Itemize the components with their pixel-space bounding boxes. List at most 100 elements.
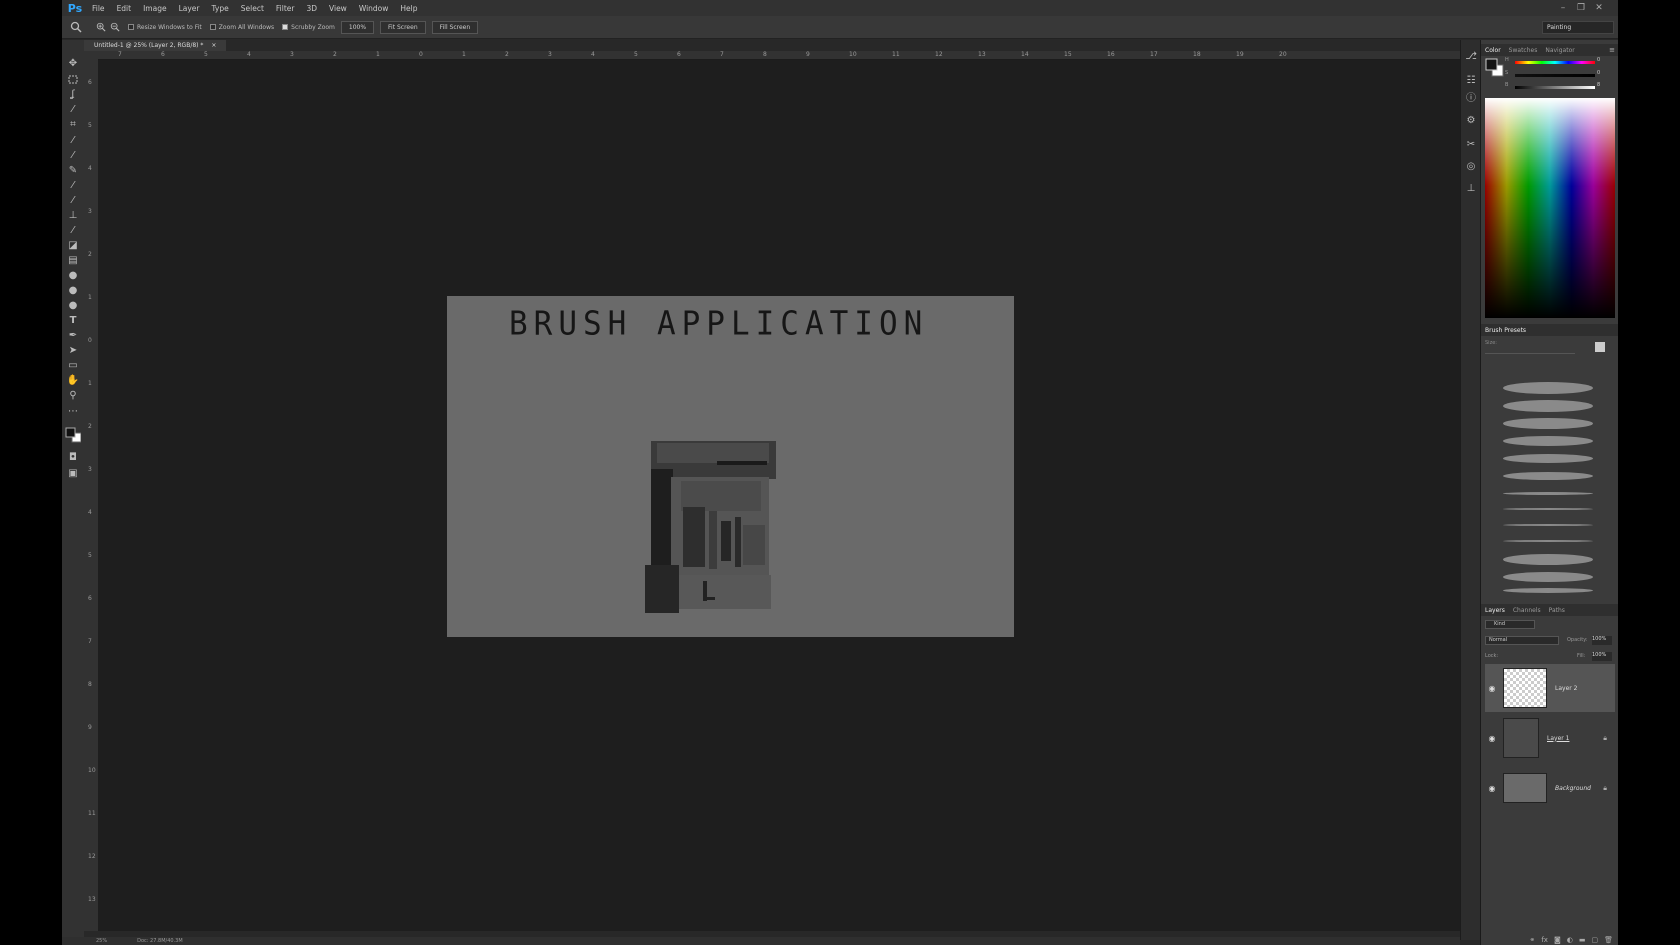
opacity-input[interactable]: 100% [1592, 636, 1612, 645]
tab-paths[interactable]: Paths [1545, 607, 1569, 614]
new-layer-icon[interactable]: ▢ [1591, 936, 1598, 944]
tab-navigator[interactable]: Navigator [1541, 47, 1578, 54]
tool-presets-icon[interactable]: ✂ [1463, 136, 1479, 152]
brush-preset-list[interactable] [1481, 362, 1618, 596]
menu-file[interactable]: File [86, 4, 111, 13]
pen-tool-icon[interactable]: ✒ [65, 328, 81, 342]
zoom-in-icon[interactable] [96, 22, 106, 32]
blur-tool-icon[interactable]: ● [65, 268, 81, 282]
pencil-tool-icon[interactable]: ✎ [65, 163, 81, 177]
layer-name[interactable]: Background [1555, 785, 1591, 792]
path-selection-tool-icon[interactable]: ➤ [65, 343, 81, 357]
history-panel-icon[interactable]: ⎇ [1463, 48, 1479, 64]
quick-mask-icon[interactable]: ◘ [65, 450, 81, 464]
fill-screen-button[interactable]: Fill Screen [431, 20, 479, 34]
dodge-tool-icon[interactable]: ● [65, 283, 81, 297]
tab-channels[interactable]: Channels [1509, 607, 1545, 614]
delete-layer-icon[interactable]: 🗑︎ [1604, 936, 1613, 944]
visibility-eye-icon[interactable]: ◉ [1485, 784, 1499, 793]
brightness-slider[interactable]: B 8 [1485, 82, 1615, 92]
crop-tool-icon[interactable]: ⌗ [65, 117, 81, 131]
resize-windows-checkbox[interactable] [128, 24, 134, 30]
info-panel-icon[interactable]: ⓘ [1463, 88, 1479, 104]
properties-panel-icon[interactable]: ⚙ [1463, 112, 1479, 128]
hue-slider[interactable]: H 0 [1485, 57, 1615, 67]
close-button[interactable]: ✕ [1590, 3, 1608, 13]
adjustment-layer-icon[interactable]: ◐ [1567, 936, 1573, 944]
hue-value[interactable]: 0 [1597, 57, 1600, 63]
menu-help[interactable]: Help [394, 4, 423, 13]
workspace-select[interactable]: Painting [1542, 20, 1614, 34]
zoom-all-option[interactable]: Zoom All Windows [209, 24, 274, 31]
menu-filter[interactable]: Filter [270, 4, 301, 13]
color-spectrum[interactable] [1485, 98, 1615, 318]
move-tool-icon[interactable]: ✥ [65, 56, 81, 70]
clone-source-icon[interactable]: ⊥ [1463, 180, 1479, 196]
hand-tool-icon[interactable]: ✋ [65, 373, 81, 387]
layer-name[interactable]: Layer 1 [1547, 735, 1569, 742]
menu-window[interactable]: Window [353, 4, 395, 13]
brightness-value[interactable]: 8 [1597, 82, 1600, 88]
layer-row-background[interactable]: ◉ Background 🔒︎ [1485, 764, 1615, 812]
tab-swatches[interactable]: Swatches [1505, 47, 1542, 54]
layer-style-icon[interactable]: fx [1541, 936, 1548, 944]
menu-layer[interactable]: Layer [173, 4, 206, 13]
canvas-area[interactable]: BRUSH APPLICATION [98, 60, 1460, 931]
menu-edit[interactable]: Edit [111, 4, 138, 13]
tab-layers[interactable]: Layers [1481, 607, 1509, 614]
close-tab-icon[interactable]: × [211, 42, 216, 49]
layer-name[interactable]: Layer 2 [1555, 685, 1577, 692]
marquee-tool-icon[interactable] [65, 72, 81, 86]
saturation-slider[interactable]: S 0 [1485, 70, 1615, 80]
saturation-track[interactable] [1515, 74, 1595, 77]
menu-view[interactable]: View [323, 4, 353, 13]
history-brush-tool-icon[interactable]: ⁄ [65, 193, 81, 207]
fit-screen-button[interactable]: Fit Screen [380, 20, 426, 34]
scrubby-zoom-option[interactable]: Scrubby Zoom [282, 24, 335, 31]
color-swatches-icon[interactable] [65, 424, 81, 446]
brightness-track[interactable] [1515, 86, 1595, 89]
visibility-eye-icon[interactable]: ◉ [1485, 734, 1499, 743]
sponge-tool-icon[interactable]: ● [65, 298, 81, 312]
hue-track[interactable] [1515, 61, 1595, 64]
brush-size-slider[interactable] [1485, 353, 1575, 354]
brush-tool-icon[interactable]: ⁄ [65, 148, 81, 162]
eyedropper-tool-icon[interactable]: ⁄ [65, 133, 81, 147]
document-canvas[interactable]: BRUSH APPLICATION [447, 296, 1014, 637]
restore-button[interactable]: ❐ [1572, 3, 1590, 13]
menu-3d[interactable]: 3D [300, 4, 323, 13]
zoom-level[interactable]: 25% [96, 938, 107, 944]
menu-image[interactable]: Image [137, 4, 173, 13]
add-mask-icon[interactable]: ◙ [1554, 936, 1561, 944]
new-group-icon[interactable]: ▬ [1579, 936, 1586, 944]
link-layers-icon[interactable]: ⚭ [1529, 936, 1535, 944]
zoom-tool-icon[interactable] [70, 21, 82, 33]
layer-row-layer-2[interactable]: ◉ Layer 2 [1485, 664, 1615, 712]
more-tools-icon[interactable]: ⋯ [65, 404, 81, 418]
blend-mode-select[interactable]: Normal [1485, 636, 1559, 645]
panel-menu-icon[interactable]: ≡ [1609, 46, 1615, 54]
document-tab[interactable]: Untitled-1 @ 25% (Layer 2, RGB/8) * × [84, 39, 227, 51]
zoom-100-button[interactable]: 100% [340, 20, 375, 34]
fill-input[interactable]: 100% [1592, 652, 1612, 661]
zoom-out-icon[interactable] [110, 22, 120, 32]
eraser-tool-icon[interactable]: ◪ [65, 238, 81, 252]
brush-panel-icon[interactable]: ◎ [1463, 158, 1479, 174]
magic-wand-tool-icon[interactable]: ⁄ [65, 102, 81, 116]
type-tool-icon[interactable]: T [65, 313, 81, 327]
minimize-button[interactable]: – [1554, 3, 1572, 13]
clone-stamp-tool-icon[interactable]: ⊥ [65, 208, 81, 222]
art-history-brush-icon[interactable]: ⁄ [65, 223, 81, 237]
adjustments-panel-icon[interactable]: ☷ [1463, 72, 1479, 88]
menu-select[interactable]: Select [235, 4, 270, 13]
visibility-eye-icon[interactable]: ◉ [1485, 684, 1499, 693]
shape-tool-icon[interactable]: ▭ [65, 358, 81, 372]
screen-mode-icon[interactable]: ▣ [65, 466, 81, 480]
layer-filter-kind[interactable]: Kind [1485, 620, 1535, 629]
scrubby-zoom-checkbox[interactable] [282, 24, 289, 30]
zoom-all-checkbox[interactable] [209, 24, 216, 30]
zoom-tool-side-icon[interactable]: ⚲ [65, 388, 81, 402]
menu-type[interactable]: Type [206, 4, 235, 13]
layer-row-layer-1[interactable]: ◉ Layer 1 🔒︎ [1485, 714, 1615, 762]
lasso-tool-icon[interactable]: ʆ [65, 87, 81, 101]
